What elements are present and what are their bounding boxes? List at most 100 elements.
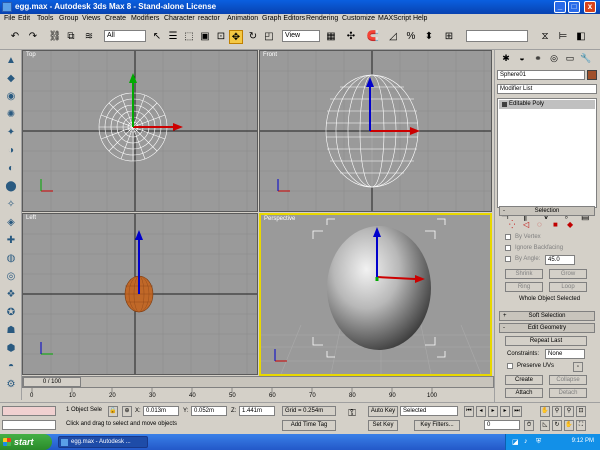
vertex-icon[interactable]: ⁛	[509, 220, 515, 229]
ignore-backfacing-checkbox[interactable]	[505, 245, 511, 251]
angle-snap-icon[interactable]: ◿	[386, 30, 400, 44]
attach-button[interactable]: Attach	[505, 388, 543, 398]
modifier-list-dropdown[interactable]: Modifier List	[497, 84, 597, 94]
menu-tools[interactable]: Tools	[37, 15, 53, 22]
front-viewport-label[interactable]: Front	[263, 52, 277, 58]
loop-button[interactable]: Loop	[549, 282, 587, 292]
front-viewport[interactable]: Front	[259, 50, 492, 212]
undo-icon[interactable]: ↶	[8, 30, 22, 44]
track-bar[interactable]: 0 10 20 30 40 50 60 70 80 90 100	[22, 388, 494, 402]
app-icon[interactable]	[2, 2, 12, 12]
soft-selection-rollout-header[interactable]: + Soft Selection	[499, 311, 595, 321]
menu-character[interactable]: Character	[164, 15, 195, 22]
select-and-rotate-icon[interactable]: ↻	[246, 30, 260, 44]
named-selection-icon[interactable]: ⊞	[442, 30, 456, 44]
utilities-tab-icon[interactable]: 🔧	[579, 52, 593, 64]
render-icon[interactable]: ◓	[4, 360, 18, 374]
character-icon[interactable]: ☗	[4, 324, 18, 338]
constraints-dropdown[interactable]: None	[545, 349, 585, 359]
play-icon[interactable]: ▸	[488, 406, 498, 417]
menu-create[interactable]: Create	[105, 15, 126, 22]
zoom-all-icon[interactable]: ⚲	[564, 406, 574, 417]
lights-icon[interactable]: ✧	[4, 198, 18, 212]
snap-toggle-icon[interactable]: 🧲	[366, 30, 380, 44]
detach-button[interactable]: Detach	[549, 388, 587, 398]
tray-volume-icon[interactable]: ♪	[524, 438, 528, 445]
helpers-icon[interactable]: ✚	[4, 234, 18, 248]
zoom-extents-icon[interactable]: ⊡	[576, 406, 586, 417]
taskbar-item-3dsmax[interactable]: egg.max - Autodesk ...	[58, 436, 148, 448]
space-warps-icon[interactable]: ◍	[4, 252, 18, 266]
objects-tab-icon[interactable]: ▲	[4, 54, 18, 68]
stack-item-editable-poly[interactable]: Editable Poly	[499, 100, 595, 109]
modifiers-icon[interactable]: ◎	[4, 270, 18, 284]
maxscript-listener-output[interactable]	[2, 420, 56, 430]
select-by-name-icon[interactable]: ☰	[166, 30, 180, 44]
auto-key-button[interactable]: Auto Key	[368, 406, 398, 417]
set-key-button[interactable]: Set Key	[368, 420, 398, 431]
selection-filter-dropdown[interactable]: All	[104, 30, 146, 42]
shapes-icon[interactable]: ◆	[4, 72, 18, 86]
select-and-manipulate-gizmo-icon[interactable]: ✣	[344, 30, 358, 44]
walk-through-icon[interactable]: ✋	[564, 420, 574, 431]
reference-coordinate-dropdown[interactable]: View	[282, 30, 320, 42]
create-tab-icon[interactable]: ✱	[499, 52, 513, 64]
menu-reactor[interactable]: reactor	[198, 15, 220, 22]
field-of-view-icon[interactable]: ◺	[540, 420, 550, 431]
close-button[interactable]: x	[584, 1, 596, 13]
absolute-mode-icon[interactable]: ⊕	[122, 406, 132, 417]
by-angle-field[interactable]: 45.0	[545, 255, 575, 265]
unlink-icon[interactable]: ⧉	[64, 30, 78, 44]
y-coordinate-field[interactable]: 0.052m	[191, 406, 227, 416]
pan-view-icon[interactable]: ✋	[540, 406, 550, 417]
maxscript-listener-mini[interactable]	[2, 406, 56, 416]
animation-icon[interactable]: ❖	[4, 288, 18, 302]
shrink-button[interactable]: Shrink	[505, 269, 543, 279]
motion-tab-icon[interactable]: ◎	[547, 52, 561, 64]
select-object-icon[interactable]: ↖	[150, 30, 164, 44]
window-crossing-icon[interactable]: ▣	[198, 30, 212, 44]
menu-animation[interactable]: Animation	[227, 15, 258, 22]
link-icon[interactable]: ⛓	[48, 30, 62, 44]
previous-frame-icon[interactable]: ◂	[476, 406, 486, 417]
tray-security-icon[interactable]: ⛨	[536, 438, 541, 446]
menu-modifiers[interactable]: Modifiers	[131, 15, 159, 22]
particles-icon[interactable]: ✺	[4, 108, 18, 122]
script-icon[interactable]: ⚙	[4, 378, 18, 392]
top-viewport-label[interactable]: Top	[26, 52, 36, 58]
x-coordinate-field[interactable]: 0.013m	[143, 406, 179, 416]
next-frame-icon[interactable]: ▸	[500, 406, 510, 417]
bind-space-warp-icon[interactable]: ≋	[82, 30, 96, 44]
pivot-point-icon[interactable]: ▦	[324, 30, 338, 44]
menu-help[interactable]: Help	[413, 15, 427, 22]
collapse-button[interactable]: Collapse	[549, 375, 587, 385]
minimize-button[interactable]: _	[554, 1, 566, 13]
z-coordinate-field[interactable]: 1.441m	[239, 406, 275, 416]
redo-icon[interactable]: ↷	[26, 30, 40, 44]
start-button[interactable]: start	[0, 434, 52, 450]
named-selection-sets-dropdown[interactable]	[466, 30, 528, 42]
hierarchy-tab-icon[interactable]: ⚭	[531, 52, 545, 64]
grow-button[interactable]: Grow	[549, 269, 587, 279]
perspective-viewport-label[interactable]: Perspective	[264, 216, 295, 222]
edit-geometry-rollout-header[interactable]: - Edit Geometry	[499, 323, 595, 333]
display-tab-icon[interactable]: ▭	[563, 52, 577, 64]
time-slider-track[interactable]: 0 / 100	[22, 376, 494, 388]
mirror-icon[interactable]: ⧖	[538, 30, 552, 44]
polygon-icon[interactable]: ■	[553, 220, 558, 229]
percent-snap-icon[interactable]: %	[404, 30, 418, 44]
preserve-uvs-settings-icon[interactable]: ▫	[573, 362, 583, 372]
reactor-icon[interactable]: ✪	[4, 306, 18, 320]
select-and-scale-icon[interactable]: ◰	[262, 30, 276, 44]
left-viewport[interactable]: Left	[22, 213, 258, 375]
menu-customize[interactable]: Customize	[342, 15, 375, 22]
tray-network-icon[interactable]: ◪	[512, 438, 519, 446]
border-icon[interactable]: ◌	[537, 220, 542, 229]
element-icon[interactable]: ◆	[567, 220, 573, 229]
spinner-snap-icon[interactable]: ⬍	[422, 30, 436, 44]
add-time-tag-button[interactable]: Add Time Tag	[282, 420, 336, 431]
shapes-tab-icon[interactable]: ⬤	[4, 180, 18, 194]
go-to-end-icon[interactable]: ⏭	[512, 406, 522, 417]
menu-views[interactable]: Views	[82, 15, 101, 22]
menu-edit[interactable]: Edit	[18, 15, 30, 22]
